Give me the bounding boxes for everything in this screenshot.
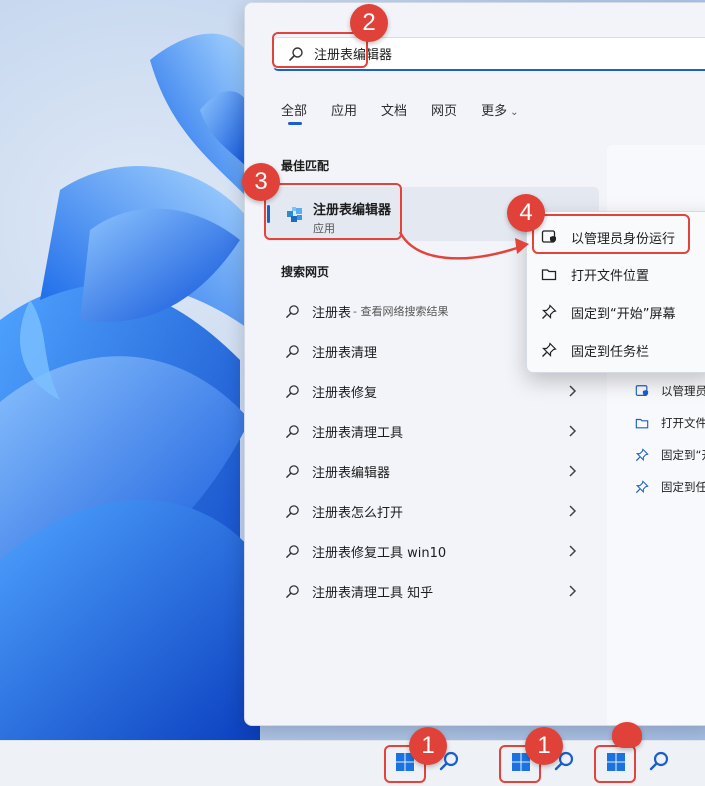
tab-label: 全部 <box>281 104 308 119</box>
menu-item-label: 固定到任务栏 <box>571 344 650 360</box>
web-result[interactable]: 注册表清理工具 <box>265 411 605 451</box>
menu-item-open-file-location[interactable]: 打开文件位置 <box>541 259 649 289</box>
details-pin-start[interactable]: 固定到“开 <box>635 447 705 463</box>
taskbar-search-icon[interactable] <box>648 750 670 772</box>
step-badge-3: 3 <box>242 163 280 201</box>
web-result[interactable]: 注册表编辑器 <box>265 451 605 491</box>
shield-window-icon <box>635 385 649 396</box>
step-badge-1: 1 <box>525 727 563 765</box>
search-icon <box>286 344 299 358</box>
folder-icon <box>635 418 649 429</box>
search-tabs: 全部 应用 文档 网页 更多 ⌄ <box>281 100 518 126</box>
tab-web[interactable]: 网页 <box>431 100 457 126</box>
web-result[interactable]: 注册表修复 <box>265 371 605 411</box>
tab-apps[interactable]: 应用 <box>331 100 357 126</box>
folder-icon <box>541 269 557 281</box>
tab-label: 网页 <box>431 104 458 119</box>
chevron-down-icon: ⌄ <box>510 107 519 118</box>
details-label: 固定到“开 <box>661 448 705 462</box>
search-icon <box>286 424 299 438</box>
annotation-arrow <box>398 231 529 260</box>
result-label: 注册表清理 <box>312 345 378 361</box>
tab-more[interactable]: 更多 ⌄ <box>481 100 518 126</box>
web-result[interactable]: 注册表修复工具 win10 <box>265 531 605 571</box>
search-icon <box>286 544 299 558</box>
tab-all[interactable]: 全部 <box>281 100 307 126</box>
tab-label: 应用 <box>331 104 358 119</box>
pin-icon <box>635 448 649 462</box>
details-label: 以管理员 <box>661 384 705 398</box>
pin-icon <box>542 342 557 357</box>
web-search-heading: 搜索网页 <box>281 265 330 279</box>
tab-documents[interactable]: 文档 <box>381 100 407 126</box>
menu-item-pin-to-start[interactable]: 固定到“开始”屏幕 <box>541 297 675 327</box>
chevron-right-icon[interactable] <box>567 584 577 598</box>
step1-highlight-box <box>594 745 636 783</box>
search-icon <box>286 504 299 518</box>
search-icon <box>286 384 299 398</box>
step3-highlight-box <box>264 183 402 240</box>
search-icon <box>286 304 299 318</box>
best-match-heading: 最佳匹配 <box>281 159 330 173</box>
menu-item-pin-to-taskbar[interactable]: 固定到任务栏 <box>541 335 649 365</box>
pin-icon <box>542 304 557 319</box>
chevron-right-icon[interactable] <box>567 544 577 558</box>
result-label: 注册表修复工具 win10 <box>312 545 447 561</box>
menu-item-label: 打开文件位置 <box>571 268 650 284</box>
search-input[interactable] <box>314 46 694 61</box>
chevron-right-icon[interactable] <box>567 504 577 518</box>
details-run-as-admin[interactable]: 以管理员 <box>635 383 705 399</box>
result-label: 注册表修复 <box>312 385 378 401</box>
step-badge-4: 4 <box>507 194 545 232</box>
details-pin-taskbar[interactable]: 固定到任 <box>635 479 705 495</box>
result-label: 注册表 <box>312 305 352 321</box>
search-icon <box>286 464 299 478</box>
step-badge-2: 2 <box>350 4 388 42</box>
chevron-right-icon[interactable] <box>567 384 577 398</box>
web-result[interactable]: 注册表清理工具 知乎 <box>265 571 605 611</box>
step-badge-1-partial <box>612 722 642 748</box>
pin-icon <box>635 480 649 494</box>
result-suffix: - 查看网络搜索结果 <box>353 305 449 318</box>
web-result[interactable]: 注册表怎么打开 <box>265 491 605 531</box>
chevron-right-icon[interactable] <box>567 424 577 438</box>
menu-item-label: 固定到“开始”屏幕 <box>571 306 676 322</box>
step-badge-1: 1 <box>409 727 447 765</box>
result-label: 注册表清理工具 <box>312 425 404 441</box>
result-label: 注册表编辑器 <box>312 465 391 481</box>
search-icon <box>286 584 299 598</box>
step2-highlight-box <box>272 32 368 68</box>
tab-label: 文档 <box>381 104 408 119</box>
chevron-right-icon[interactable] <box>567 464 577 478</box>
result-label: 注册表怎么打开 <box>312 505 404 521</box>
details-open-location[interactable]: 打开文件 <box>635 415 705 431</box>
details-label: 打开文件 <box>661 416 705 430</box>
result-label: 注册表清理工具 知乎 <box>312 585 434 601</box>
details-label: 固定到任 <box>661 480 705 494</box>
step4-highlight-box <box>532 214 690 254</box>
tab-label: 更多 <box>481 104 508 119</box>
